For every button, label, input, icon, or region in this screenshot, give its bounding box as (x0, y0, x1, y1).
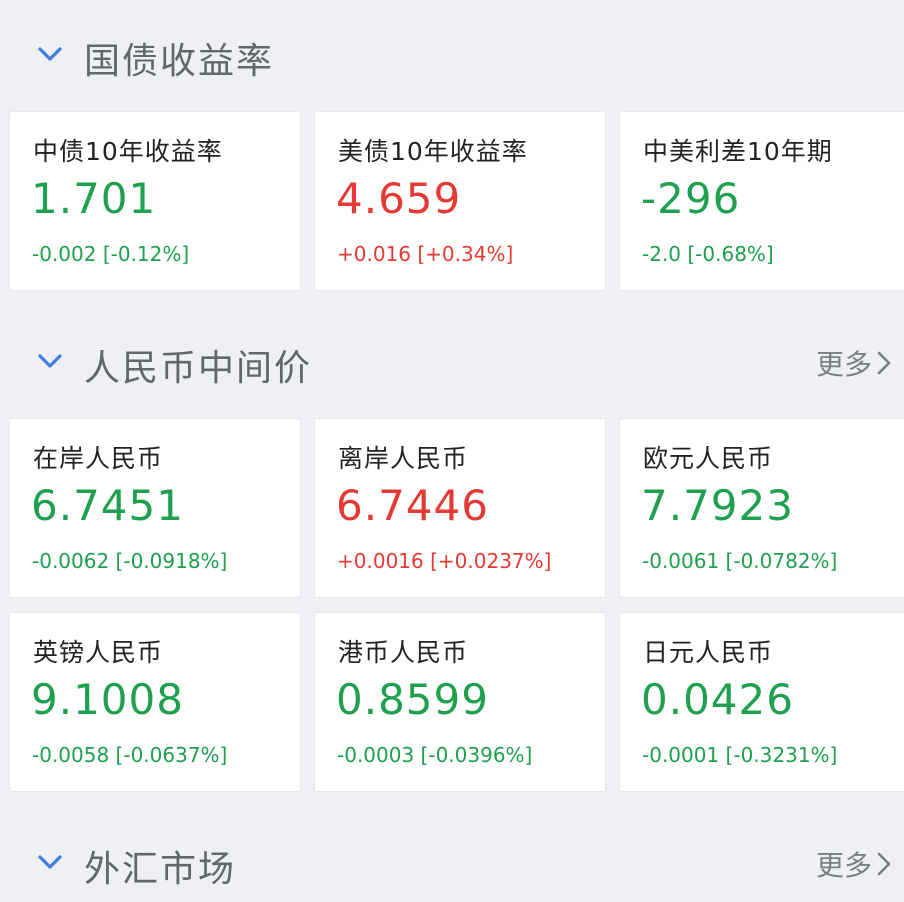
quote-card-eur-cny[interactable]: 欧元人民币 7.7923 -0.0061 [-0.0782%] (619, 418, 904, 598)
card-name: 美债10年收益率 (338, 137, 528, 166)
card-change: -0.0062 [-0.0918%] (32, 549, 228, 573)
card-value: 4.659 (336, 174, 462, 223)
section-title: 人民币中间价 (84, 348, 313, 389)
card-name: 在岸人民币 (33, 444, 164, 473)
quote-card-hkd-cny[interactable]: 港币人民币 0.8599 -0.0003 [-0.0396%] (314, 612, 606, 792)
card-change: -2.0 [-0.68%] (642, 242, 774, 266)
quote-card-onshore-cny[interactable]: 在岸人民币 6.7451 -0.0062 [-0.0918%] (9, 418, 301, 598)
card-value: 0.8599 (336, 675, 489, 724)
card-value: 6.7446 (336, 481, 489, 530)
card-name: 日元人民币 (643, 638, 774, 667)
quote-card-spread10y[interactable]: 中美利差10年期 -296 -2.0 [-0.68%] (619, 111, 904, 291)
card-change: -0.0003 [-0.0396%] (337, 743, 533, 767)
card-change: +0.016 [+0.34%] (337, 242, 514, 266)
section-title: 国债收益率 (84, 41, 275, 82)
chevron-down-icon[interactable] (36, 351, 64, 371)
card-name: 英镑人民币 (33, 638, 164, 667)
section-title: 外汇市场 (84, 849, 237, 890)
more-label: 更多 (815, 348, 872, 381)
card-name: 港币人民币 (338, 638, 469, 667)
card-name: 中美利差10年期 (643, 137, 833, 166)
card-value: 6.7451 (31, 481, 184, 530)
section-header-fx-market[interactable]: 外汇市场 更多 (0, 822, 904, 902)
chevron-right-icon (877, 351, 891, 375)
card-change: -0.002 [-0.12%] (32, 242, 190, 266)
quote-card-gbp-cny[interactable]: 英镑人民币 9.1008 -0.0058 [-0.0637%] (9, 612, 301, 792)
more-label: 更多 (815, 849, 872, 882)
card-change: -0.0061 [-0.0782%] (642, 549, 838, 573)
section-header-rmb-central-parity[interactable]: 人民币中间价 更多 (0, 321, 904, 401)
quote-card-cn10y[interactable]: 中债10年收益率 1.701 -0.002 [-0.12%] (9, 111, 301, 291)
card-change: -0.0058 [-0.0637%] (32, 743, 228, 767)
card-value: -296 (641, 174, 741, 223)
chevron-right-icon (877, 852, 891, 876)
card-value: 7.7923 (641, 481, 794, 530)
quote-card-jpy-cny[interactable]: 日元人民币 0.0426 -0.0001 [-0.3231%] (619, 612, 904, 792)
quote-card-us10y[interactable]: 美债10年收益率 4.659 +0.016 [+0.34%] (314, 111, 606, 291)
card-change: -0.0001 [-0.3231%] (642, 743, 838, 767)
card-name: 离岸人民币 (338, 444, 469, 473)
card-value: 0.0426 (641, 675, 794, 724)
card-name: 中债10年收益率 (33, 137, 223, 166)
more-link[interactable]: 更多 (816, 343, 892, 383)
card-value: 1.701 (31, 174, 157, 223)
section-header-bond-yield[interactable]: 国债收益率 (0, 14, 904, 94)
chevron-down-icon[interactable] (36, 44, 64, 64)
card-value: 9.1008 (31, 675, 184, 724)
card-change: +0.0016 [+0.0237%] (337, 549, 552, 573)
quote-card-offshore-cnh[interactable]: 离岸人民币 6.7446 +0.0016 [+0.0237%] (314, 418, 606, 598)
more-link[interactable]: 更多 (816, 844, 892, 884)
card-name: 欧元人民币 (643, 444, 774, 473)
chevron-down-icon[interactable] (36, 852, 64, 872)
